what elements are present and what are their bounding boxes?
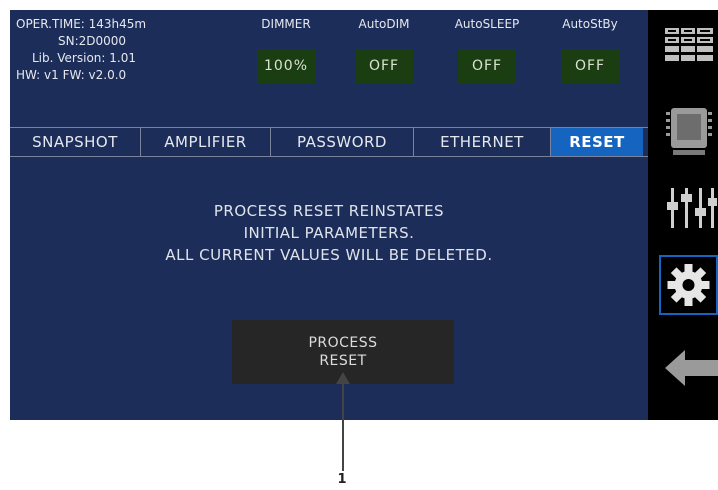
tab-snapshot[interactable]: SNAPSHOT bbox=[10, 128, 141, 156]
right-sidebar bbox=[653, 10, 718, 420]
callout-arrowhead-icon bbox=[336, 372, 350, 384]
process-reset-line-1: PROCESS bbox=[308, 335, 378, 351]
main-panel: OPER.TIME: 143h45m SN:2D0000 Lib. Versio… bbox=[10, 10, 648, 420]
process-reset-line-2: RESET bbox=[319, 353, 367, 369]
device-info: OPER.TIME: 143h45m SN:2D0000 Lib. Versio… bbox=[16, 16, 196, 84]
gear-icon[interactable] bbox=[659, 255, 718, 315]
tab-reset[interactable]: RESET bbox=[551, 128, 643, 156]
hw-fw-version: HW: v1 FW: v2.0.0 bbox=[16, 68, 127, 82]
autodim-toggle[interactable]: OFF bbox=[355, 49, 413, 83]
tab-bar: SNAPSHOT AMPLIFIER PASSWORD ETHERNET RES… bbox=[10, 127, 648, 157]
reset-message: PROCESS RESET REINSTATES INITIAL PARAMET… bbox=[10, 200, 648, 266]
tab-password[interactable]: PASSWORD bbox=[271, 128, 414, 156]
autodim-control: AutoDIM OFF bbox=[344, 16, 424, 83]
autosleep-toggle[interactable]: OFF bbox=[458, 49, 516, 83]
status-header: OPER.TIME: 143h45m SN:2D0000 Lib. Versio… bbox=[10, 10, 648, 127]
tab-ethernet[interactable]: ETHERNET bbox=[414, 128, 551, 156]
message-line-3: ALL CURRENT VALUES WILL BE DELETED. bbox=[165, 246, 493, 264]
autosleep-label: AutoSLEEP bbox=[454, 17, 520, 31]
message-line-1: PROCESS RESET REINSTATES bbox=[213, 202, 445, 220]
callout-line bbox=[342, 378, 344, 471]
tab-amplifier[interactable]: AMPLIFIER bbox=[141, 128, 271, 156]
autostby-control: AutoStBy OFF bbox=[545, 16, 635, 83]
dimmer-value-button[interactable]: 100% bbox=[257, 49, 315, 83]
autostby-toggle[interactable]: OFF bbox=[561, 49, 619, 83]
processor-chip-icon[interactable] bbox=[661, 100, 718, 156]
reset-content: PROCESS RESET REINSTATES INITIAL PARAMET… bbox=[10, 158, 648, 420]
message-line-2: INITIAL PARAMETERS. bbox=[243, 224, 415, 242]
device-screen: OPER.TIME: 143h45m SN:2D0000 Lib. Versio… bbox=[10, 10, 718, 420]
oper-time: OPER.TIME: 143h45m bbox=[16, 17, 147, 31]
autostby-label: AutoStBy bbox=[562, 17, 618, 31]
channel-grid-icon[interactable] bbox=[661, 20, 718, 76]
autodim-label: AutoDIM bbox=[358, 17, 410, 31]
lib-version: Lib. Version: 1.01 bbox=[32, 51, 136, 65]
back-arrow-icon[interactable] bbox=[661, 340, 718, 396]
dimmer-label: DIMMER bbox=[261, 17, 311, 31]
callout-number: 1 bbox=[337, 472, 347, 487]
dimmer-control: DIMMER 100% bbox=[246, 16, 326, 83]
faders-icon[interactable] bbox=[661, 180, 718, 236]
serial-number: SN:2D0000 bbox=[58, 34, 127, 48]
autosleep-control: AutoSLEEP OFF bbox=[442, 16, 532, 83]
